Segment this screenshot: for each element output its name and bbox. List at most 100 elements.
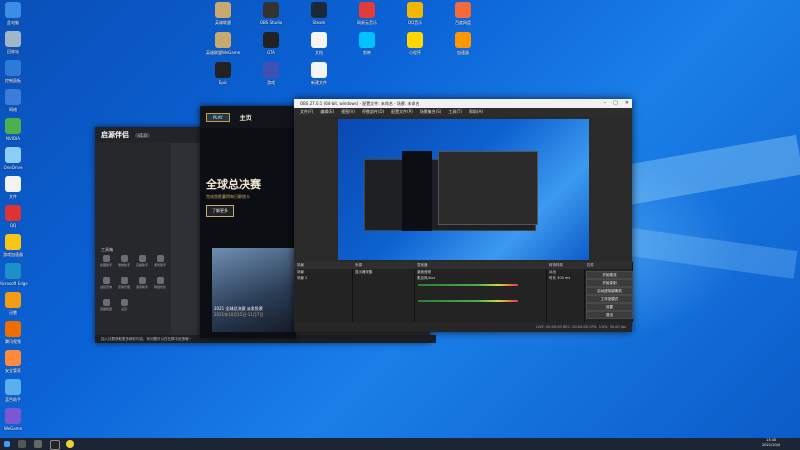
desktop-icon-image bbox=[215, 32, 231, 48]
desktop-icon[interactable]: WeGame bbox=[0, 408, 30, 442]
desktop-icon-label: 游戏 bbox=[267, 80, 275, 85]
obs-window[interactable]: OBS 27.0.1 (64-bit, windows) - 配置文件: 未命名… bbox=[294, 99, 633, 332]
desktop-icon[interactable]: Steam bbox=[302, 2, 336, 36]
audio-meter bbox=[418, 300, 518, 302]
tool-item[interactable]: 战绩查询 bbox=[99, 277, 113, 289]
desktop-icon[interactable]: 网易云音乐 bbox=[350, 2, 384, 36]
obs-panel: 场景 场景 场景 2 bbox=[294, 262, 353, 322]
tool-label: 录制助手 bbox=[117, 263, 130, 267]
start-icon[interactable] bbox=[4, 441, 10, 447]
obs-panel-row[interactable]: 显示器采集 bbox=[352, 269, 414, 275]
tool-label: 皮肤管理 bbox=[117, 285, 130, 289]
obs-control-button[interactable]: 设置 bbox=[586, 303, 633, 311]
tool-item[interactable]: 录制助手 bbox=[117, 255, 131, 267]
desktop-icon-label: OBS Studio bbox=[259, 20, 283, 25]
desktop-icon-image bbox=[5, 31, 21, 47]
obs-dock: 场景 场景 场景 2 来源 显示器采集 混音器 桌面音频 麦克风/Aux 转场特效 淡出 时长 30… bbox=[294, 262, 633, 322]
obs-menu-item[interactable]: 停靠部件(D) bbox=[362, 109, 384, 114]
lol-header: PLAY 主页 bbox=[200, 106, 296, 128]
desktop-icon-label: 英雄联盟 bbox=[215, 20, 231, 25]
obs-statusbar: LIVE: 00:00:00 REC: 00:00:00 CPU: 3.0%, … bbox=[294, 322, 632, 332]
desktop-icon-label: QQ bbox=[9, 223, 17, 228]
desktop-icon[interactable]: 百度网盘 bbox=[446, 2, 480, 36]
obs-control-button[interactable]: 退出 bbox=[586, 311, 633, 319]
desktop-icon-label: QQ音乐 bbox=[407, 20, 423, 25]
tool-item[interactable]: 英雄联盟 bbox=[99, 299, 113, 311]
desktop-icon[interactable]: 新建文件 bbox=[302, 62, 336, 96]
desktop-icon-label: OneDrive bbox=[3, 165, 23, 170]
desktop-icon[interactable]: 英雄联盟WeGame bbox=[206, 32, 240, 66]
obs-control-button[interactable]: 启动虚拟摄像机 bbox=[586, 287, 633, 295]
tool-item[interactable]: 皮肤管理 bbox=[117, 277, 131, 289]
desktop-icon-label: 网络 bbox=[9, 107, 17, 112]
obs-menu-item[interactable]: 工具(T) bbox=[448, 109, 462, 114]
desktop-icon[interactable]: GTA bbox=[254, 32, 288, 66]
desktop-icon-image bbox=[311, 62, 327, 78]
desktop-icon-image bbox=[5, 176, 21, 192]
desktop-icon-label: WeGame bbox=[3, 426, 23, 431]
companion-app-logo: 启源伴侣 bbox=[101, 132, 129, 139]
system-clock[interactable]: 13:40 2021/10/4 bbox=[762, 438, 780, 448]
tool-label: 截图助手 bbox=[99, 263, 112, 267]
obs-menu-item[interactable]: 帮助(H) bbox=[469, 109, 483, 114]
close-icon[interactable]: ✕ bbox=[625, 99, 629, 108]
home-tab[interactable]: 主页 bbox=[240, 113, 252, 122]
desktop-icon[interactable]: 英雄联盟 bbox=[206, 2, 240, 36]
taskbar: 13:40 2021/10/4 bbox=[0, 438, 800, 450]
play-button[interactable]: PLAY bbox=[206, 112, 230, 122]
tool-label: 直播助手 bbox=[135, 263, 148, 267]
app-taskbar-icon[interactable] bbox=[66, 440, 74, 448]
obs-control-button[interactable]: 开始录制 bbox=[586, 279, 633, 287]
obs-panel-row[interactable]: 麦克风/Aux bbox=[414, 275, 546, 281]
obs-control-button[interactable]: 开始推流 bbox=[586, 271, 633, 279]
obs-panel-title: 控件 bbox=[584, 262, 632, 269]
desktop-icon[interactable]: 游戏 bbox=[254, 62, 288, 96]
obs-menu-item[interactable]: 编辑(E) bbox=[320, 109, 334, 114]
obs-menu-item[interactable]: 配置文件(P) bbox=[391, 109, 413, 114]
desktop-icon[interactable]: 加速器 bbox=[446, 32, 480, 66]
obs-title: OBS 27.0.1 (64-bit, windows) - 配置文件: 未命名… bbox=[300, 101, 420, 106]
obs-taskbar-icon[interactable] bbox=[50, 440, 60, 450]
desktop-icon-image bbox=[5, 234, 21, 250]
tool-icon bbox=[138, 277, 146, 284]
tool-item[interactable]: 截图助手 bbox=[99, 255, 113, 267]
desktop-icon-label: Steam bbox=[312, 20, 326, 25]
obs-menubar: 文件(F) 编辑(E) 视图(V) 停靠部件(D) 配置文件(P) 场景集合(S) 工具(T… bbox=[294, 108, 632, 116]
desktop-icon-label: 蓝色助手 bbox=[5, 397, 21, 402]
tool-item[interactable]: 网络优化 bbox=[153, 277, 167, 289]
obs-menu-item[interactable]: 视图(V) bbox=[341, 109, 355, 114]
tool-item[interactable]: 设置 bbox=[117, 299, 131, 311]
obs-preview-canvas[interactable] bbox=[338, 119, 589, 260]
maximize-icon[interactable]: ▢ bbox=[613, 99, 618, 108]
desktop-icon[interactable]: OBS Studio bbox=[254, 2, 288, 36]
desktop-icon[interactable]: 剪映 bbox=[350, 32, 384, 66]
learn-more-button[interactable]: 了解更多 bbox=[206, 205, 234, 217]
desktop-icon[interactable]: 文档 bbox=[302, 32, 336, 66]
search-icon[interactable] bbox=[18, 440, 26, 448]
obs-panel-title: 转场特效 bbox=[546, 262, 584, 269]
desktop-icon-label: 文件 bbox=[9, 194, 17, 199]
desktop-icon-image bbox=[215, 62, 231, 78]
desktop-icon-image bbox=[5, 379, 21, 395]
companion-app-nav-column bbox=[171, 143, 202, 335]
lol-client-window[interactable]: PLAY 主页 全球总决赛 完成首胜赢得每日解锁卡 了解更多 2021 全球总决… bbox=[200, 106, 296, 338]
obs-control-button[interactable]: 工作室模式 bbox=[586, 295, 633, 303]
task-view-icon[interactable] bbox=[34, 440, 42, 448]
desktop-icon-image bbox=[263, 62, 279, 78]
tool-item[interactable]: 游戏助手 bbox=[153, 255, 167, 267]
obs-panel: 来源 显示器采集 bbox=[352, 262, 415, 322]
desktop-icon-image bbox=[263, 2, 279, 18]
news-card-image[interactable] bbox=[212, 248, 296, 332]
obs-panel-row[interactable]: 场景 2 bbox=[294, 275, 352, 281]
obs-menu-item[interactable]: 文件(F) bbox=[300, 109, 313, 114]
minimize-icon[interactable]: – bbox=[604, 99, 607, 108]
obs-menu-item[interactable]: 场景集合(S) bbox=[420, 109, 442, 114]
desktop-icon-image bbox=[359, 2, 375, 18]
tool-item[interactable]: 语音助手 bbox=[135, 277, 149, 289]
desktop-icon-label: 控制面板 bbox=[5, 78, 21, 83]
desktop-icon[interactable]: 小程序 bbox=[398, 32, 432, 66]
obs-panel-row[interactable]: 时长 300 ms bbox=[546, 275, 584, 281]
desktop-icon[interactable]: QQ音乐 bbox=[398, 2, 432, 36]
desktop-icon[interactable]: Epic bbox=[206, 62, 240, 96]
tool-item[interactable]: 直播助手 bbox=[135, 255, 149, 267]
